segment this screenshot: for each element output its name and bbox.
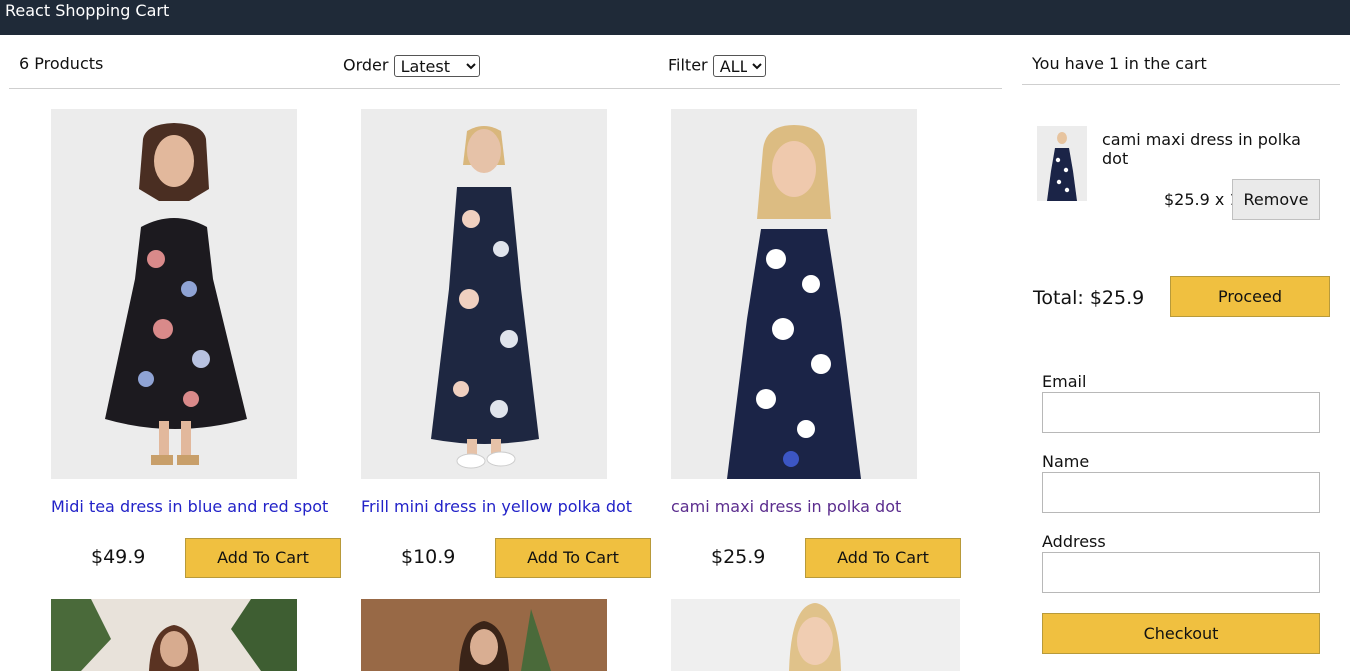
product-image[interactable] (51, 599, 297, 671)
cart-item-price: $25.9 x 1 (1164, 190, 1240, 209)
name-label: Name (1042, 452, 1090, 471)
product-price: $49.9 (91, 546, 146, 568)
proceed-button[interactable]: Proceed (1170, 276, 1330, 317)
product-price: $25.9 (711, 546, 766, 568)
add-to-cart-button[interactable]: Add To Cart (185, 538, 341, 578)
filter-select[interactable]: ALL (712, 55, 766, 77)
app-header: React Shopping Cart (0, 0, 1350, 35)
product-title[interactable]: Midi tea dress in blue and red spot (51, 497, 351, 516)
name-field[interactable] (1042, 472, 1320, 513)
cart-item-name: cami maxi dress in polka dot (1102, 130, 1301, 168)
remove-button[interactable]: Remove (1232, 179, 1320, 220)
email-label: Email (1042, 372, 1087, 391)
app-title: React Shopping Cart (5, 1, 170, 20)
add-to-cart-button[interactable]: Add To Cart (495, 538, 651, 578)
product-image[interactable] (671, 599, 960, 671)
product-count: 6 Products (19, 54, 104, 73)
filter-control: Filter ALL (668, 55, 766, 77)
address-field[interactable] (1042, 552, 1320, 593)
product-price: $10.9 (401, 546, 456, 568)
filter-bar: 6 Products Order Latest Filter ALL (9, 50, 1002, 89)
product-title[interactable]: Frill mini dress in yellow polka dot (361, 497, 661, 516)
product-image[interactable] (51, 109, 297, 479)
main-content: 6 Products Order Latest Filter ALL Midi … (0, 35, 1350, 671)
checkout-button[interactable]: Checkout (1042, 613, 1320, 654)
add-to-cart-button[interactable]: Add To Cart (805, 538, 961, 578)
product-image[interactable] (361, 109, 607, 479)
cart-item: cami maxi dress in polka dot $25.9 x 1 R… (1037, 126, 1327, 226)
order-label: Order (343, 55, 389, 75)
cart-panel: You have 1 in the cart cami maxi dress i… (1022, 50, 1340, 654)
cart-total: Total: $25.9 (1033, 287, 1145, 309)
product-image[interactable] (671, 109, 917, 479)
order-control: Order Latest (343, 55, 480, 77)
order-select[interactable]: Latest (393, 55, 480, 77)
product-image[interactable] (361, 599, 607, 671)
cart-header: You have 1 in the cart (1022, 50, 1340, 85)
product-title[interactable]: cami maxi dress in polka dot (671, 497, 971, 516)
address-label: Address (1042, 532, 1106, 551)
cart-item-image (1037, 126, 1087, 201)
email-field[interactable] (1042, 392, 1320, 433)
filter-label: Filter (668, 55, 708, 75)
